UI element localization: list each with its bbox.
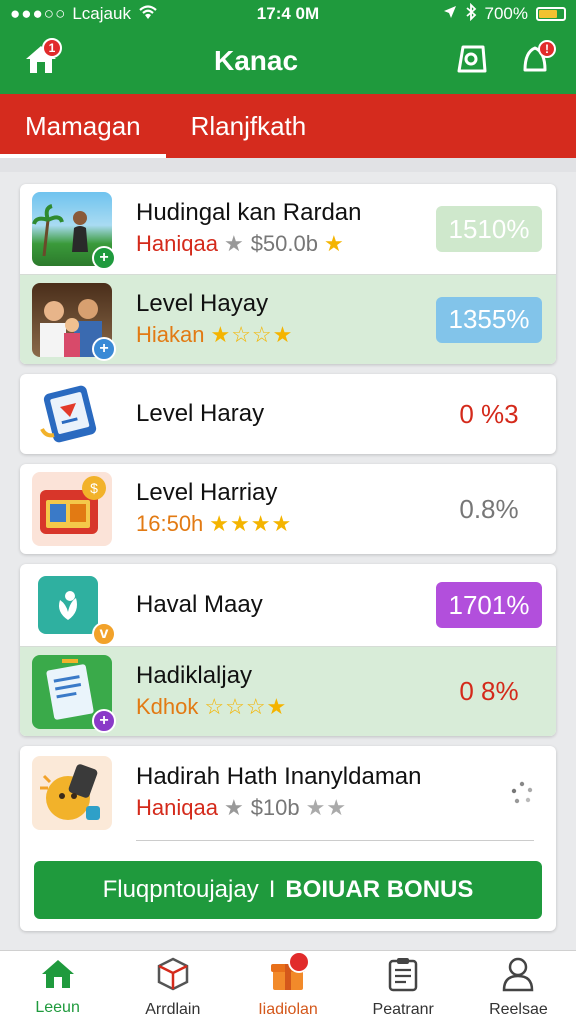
- gear-icon: [453, 41, 489, 82]
- list-card: $ Level Harriay 16:50h ★★★★ 0.8%: [20, 464, 556, 554]
- status-time: 17:4 0M: [256, 4, 320, 23]
- bluetooth-icon: [465, 2, 477, 26]
- list-card: v Haval Maay 1701% + Hadiklaljay Kdhok ☆…: [20, 564, 556, 736]
- user-icon: [501, 956, 535, 997]
- notification-badge: !: [537, 40, 556, 58]
- list-item[interactable]: Level Haray 0 %3: [20, 374, 556, 454]
- svg-text:$: $: [90, 480, 98, 496]
- item-sub-label: 16:50h: [136, 511, 204, 536]
- item-name: Hadiklaljay: [136, 661, 253, 689]
- item-rating: ★☆☆★: [210, 321, 294, 347]
- tab-rlanjfkath[interactable]: Rlanjfkath: [166, 94, 332, 158]
- tab-bar: Mamagan Rlanjfkath: [0, 94, 576, 158]
- list-item[interactable]: Hadirah Hath Inanyldaman Haniqaa ★ $10b …: [20, 746, 556, 840]
- item-sub-label: Haniqaa: [136, 231, 218, 256]
- carrier-name: Lcajauk: [72, 4, 131, 23]
- star-icon: ★: [223, 231, 245, 256]
- signal-indicator: ●●●○○: [10, 4, 67, 23]
- photo-beach-icon: +: [32, 192, 116, 270]
- nav-badge: [287, 951, 310, 973]
- item-sub-value: $50.0b: [250, 231, 318, 256]
- location-icon: [443, 4, 457, 24]
- nav-label: Reelsae: [489, 1001, 548, 1018]
- add-badge: +: [92, 336, 116, 361]
- item-rating: ★★★★: [209, 511, 293, 536]
- app-bar: 1 Kanac !: [0, 28, 576, 94]
- leaf-icon: v: [32, 568, 116, 646]
- nav-label: Arrdlain: [145, 1001, 201, 1018]
- family-photo-icon: +: [32, 282, 116, 361]
- list-item[interactable]: $ Level Harriay 16:50h ★★★★ 0.8%: [20, 464, 556, 554]
- nav-reelsae[interactable]: Reelsae: [461, 951, 576, 1024]
- cta-label-right: BOIUAR BONUS: [285, 876, 474, 903]
- cube-icon: [155, 956, 191, 997]
- percent-badge: 1510%: [436, 206, 542, 252]
- status-bar: ●●●○○ Lcajauk 17:4 0M 700%: [0, 0, 576, 28]
- nav-iiadiolan[interactable]: Iiadiolan: [230, 951, 345, 1024]
- tablet-icon: [32, 377, 112, 451]
- bottom-nav: Leeun Arrdlain Iiadiolan Peatranr Reelsa…: [0, 950, 576, 1024]
- item-sub-value: $10b: [250, 795, 300, 820]
- nav-peatranr[interactable]: Peatranr: [346, 951, 461, 1024]
- add-badge: +: [92, 246, 116, 270]
- wifi-icon: [137, 4, 159, 25]
- list-item[interactable]: + Hudingal kan Rardan Haniqaa ★ $50.0b ★…: [20, 184, 556, 274]
- list-item[interactable]: + Level Hayay Hiakan ★☆☆★ 1355%: [20, 274, 556, 364]
- nav-home[interactable]: Leeun: [0, 951, 115, 1024]
- item-sub-label: Haniqaa: [136, 795, 218, 820]
- document-icon: +: [32, 654, 116, 733]
- calendar-icon: $: [32, 472, 112, 546]
- settings-button[interactable]: [448, 38, 494, 84]
- item-name: Haval Maay: [136, 591, 263, 618]
- home-badge: 1: [42, 38, 62, 58]
- battery-icon: [535, 7, 566, 21]
- home-icon: [40, 958, 76, 995]
- percent-value: 0 %3: [459, 398, 519, 429]
- item-sub-label: Kdhok: [136, 693, 199, 719]
- list-card: Level Haray 0 %3: [20, 374, 556, 454]
- list-item[interactable]: v Haval Maay 1701%: [20, 564, 556, 646]
- nav-label: Iiadiolan: [258, 1001, 318, 1018]
- cta-separator: I: [268, 876, 276, 903]
- tab-label: Rlanjfkath: [190, 110, 307, 141]
- item-name: Level Hayay: [136, 289, 269, 317]
- item-name: Hudingal kan Rardan: [136, 199, 362, 226]
- item-rating: ★★: [305, 795, 348, 820]
- battery-percent: 700%: [484, 4, 528, 23]
- item-name: Level Harriay: [136, 479, 278, 506]
- item-name: Level Haray: [136, 400, 265, 427]
- bonus-button[interactable]: Fluqpntoujajay I BOIUAR BONUS: [34, 861, 542, 919]
- app-title: Kanac: [213, 45, 299, 76]
- notifications-button[interactable]: !: [512, 38, 558, 84]
- star-icon: ★: [223, 795, 245, 820]
- item-sub-label: Hiakan: [136, 321, 205, 347]
- clipboard-icon: [386, 956, 420, 997]
- list-item[interactable]: + Hadiklaljay Kdhok ☆☆☆★ 0 8%: [20, 646, 556, 736]
- percent-badge: 1701%: [436, 582, 542, 628]
- add-badge: +: [92, 708, 116, 733]
- loading-icon: [502, 780, 542, 806]
- item-name: Hadirah Hath Inanyldaman: [136, 763, 422, 790]
- percent-badge: 1355%: [436, 296, 542, 343]
- nav-label: Leeun: [35, 999, 80, 1016]
- item-rating: ☆☆☆★: [204, 693, 288, 719]
- fist-icon: [32, 756, 112, 830]
- percent-value: 0 8%: [459, 676, 519, 706]
- badge-icon: v: [92, 622, 116, 646]
- item-list: + Hudingal kan Rardan Haniqaa ★ $50.0b ★…: [0, 172, 576, 931]
- item-rating: ★: [323, 231, 345, 256]
- bonus-card: Hadirah Hath Inanyldaman Haniqaa ★ $10b …: [20, 746, 556, 931]
- nav-label: Peatranr: [372, 1001, 434, 1018]
- nav-arrdlain[interactable]: Arrdlain: [115, 951, 230, 1024]
- tab-label: Mamagan: [25, 110, 141, 141]
- divider: [136, 840, 534, 841]
- tab-divider: [0, 158, 576, 172]
- tab-mamagan[interactable]: Mamagan: [0, 94, 166, 158]
- percent-value: 0.8%: [459, 493, 519, 524]
- home-button[interactable]: 1: [18, 38, 64, 84]
- list-card: + Hudingal kan Rardan Haniqaa ★ $50.0b ★…: [20, 184, 556, 364]
- cta-label-left: Fluqpntoujajay: [102, 876, 259, 903]
